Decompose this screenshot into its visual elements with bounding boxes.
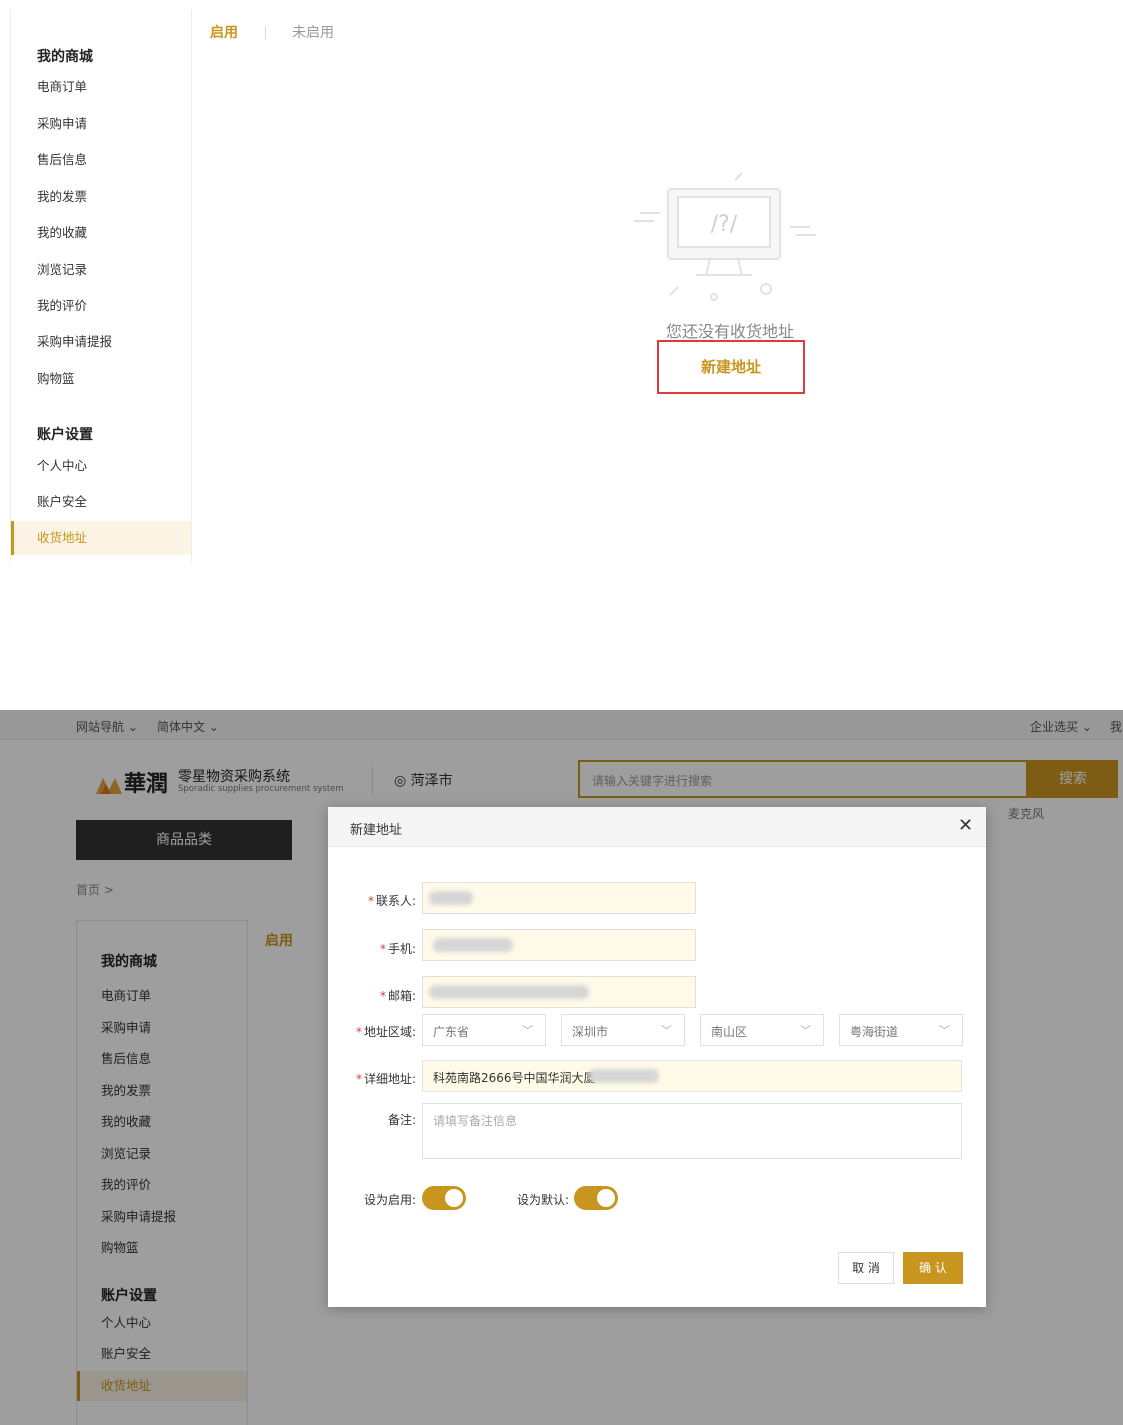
sidebar-item-invoices[interactable]: 我的发票 [11, 180, 191, 214]
chevron-down-icon: ﹀ [522, 1024, 533, 1037]
sidebar-section-mall: 我的商城 [37, 49, 93, 65]
default-toggle[interactable] [574, 1186, 618, 1210]
close-icon[interactable]: ✕ [958, 815, 973, 836]
redacted-blur [429, 985, 589, 999]
district-select[interactable]: 南山区 ﹀ [700, 1014, 824, 1046]
sidebar-item-reviews[interactable]: 我的评价 [11, 289, 191, 323]
tab-disabled[interactable]: 未启用 [292, 22, 334, 42]
city-select[interactable]: 深圳市 ﹀ [561, 1014, 685, 1046]
empty-computer-question-icon: /?/ [634, 172, 816, 301]
enable-label: 设为启用: [363, 1193, 416, 1207]
sidebar-item-profile[interactable]: 个人中心 [11, 449, 191, 483]
contact-field[interactable] [422, 882, 696, 914]
sidebar-item-address[interactable]: 收货地址 [11, 521, 191, 555]
new-address-button[interactable]: 新建地址 [657, 340, 805, 394]
svg-text:/?/: /?/ [711, 212, 738, 237]
email-label: * 邮箱: [379, 989, 416, 1003]
tab-divider [265, 26, 266, 40]
detail-address-field[interactable]: 科苑南路2666号中国华润大厦 [422, 1060, 962, 1092]
sidebar-item-history[interactable]: 浏览记录 [11, 253, 191, 287]
new-address-dialog: 新建地址 ✕ * 联系人: * 手机: * 邮箱: * 地址区域: 广东省 ﹀ 深圳市 ﹀ … [328, 807, 986, 1307]
remark-label: 备注: [387, 1113, 416, 1127]
enable-toggle[interactable] [422, 1186, 466, 1210]
cancel-button[interactable]: 取 消 [838, 1252, 894, 1284]
phone-label: * 手机: [379, 942, 416, 956]
address-page-dialog: 网站导航 ⌄ 简体中文 ⌄ 企业选买 ⌄ 我 華潤 零星物资采购系统 Spora… [0, 710, 1123, 1425]
dialog-title: 新建地址 [350, 823, 403, 838]
sidebar-item-basket[interactable]: 购物篮 [11, 362, 191, 396]
email-field[interactable] [422, 976, 696, 1008]
detail-label: * 详细地址: [355, 1072, 416, 1086]
contact-label: * 联系人: [367, 894, 416, 908]
redacted-blur [589, 1069, 659, 1083]
chevron-down-icon: ﹀ [800, 1024, 811, 1037]
toggle-knob [445, 1189, 463, 1207]
sidebar-item-ecommerce-orders[interactable]: 电商订单 [11, 70, 191, 104]
province-select[interactable]: 广东省 ﹀ [422, 1014, 546, 1046]
empty-address-message: 您还没有收货地址 [665, 322, 794, 341]
redacted-blur [429, 891, 473, 905]
default-label: 设为默认: [516, 1193, 569, 1207]
sidebar-item-favorites[interactable]: 我的收藏 [11, 216, 191, 250]
tab-enabled[interactable]: 启用 [210, 22, 238, 42]
sidebar: 我的商城 电商订单 采购申请 售后信息 我的发票 我的收藏 浏览记录 我的评价 … [10, 10, 192, 562]
sidebar-section-account: 账户设置 [37, 427, 93, 443]
toggle-knob [597, 1189, 615, 1207]
remark-textarea[interactable]: 请填写备注信息 [422, 1103, 962, 1159]
sidebar-item-after-sales[interactable]: 售后信息 [11, 143, 191, 177]
chevron-down-icon: ﹀ [939, 1024, 950, 1037]
address-page-empty: 我的商城 电商订单 采购申请 售后信息 我的发票 我的收藏 浏览记录 我的评价 … [0, 0, 1123, 600]
redacted-blur [433, 938, 513, 952]
sidebar-item-security[interactable]: 账户安全 [11, 485, 191, 519]
sidebar-item-purchase-submit[interactable]: 采购申请提报 [11, 325, 191, 359]
confirm-button[interactable]: 确 认 [903, 1252, 963, 1284]
sidebar-item-purchase-request[interactable]: 采购申请 [11, 107, 191, 141]
chevron-down-icon: ﹀ [661, 1024, 672, 1037]
phone-field[interactable] [422, 929, 696, 961]
street-select[interactable]: 粤海街道 ﹀ [839, 1014, 963, 1046]
dialog-header: 新建地址 ✕ [328, 807, 986, 847]
region-label: * 地址区域: [355, 1025, 416, 1039]
